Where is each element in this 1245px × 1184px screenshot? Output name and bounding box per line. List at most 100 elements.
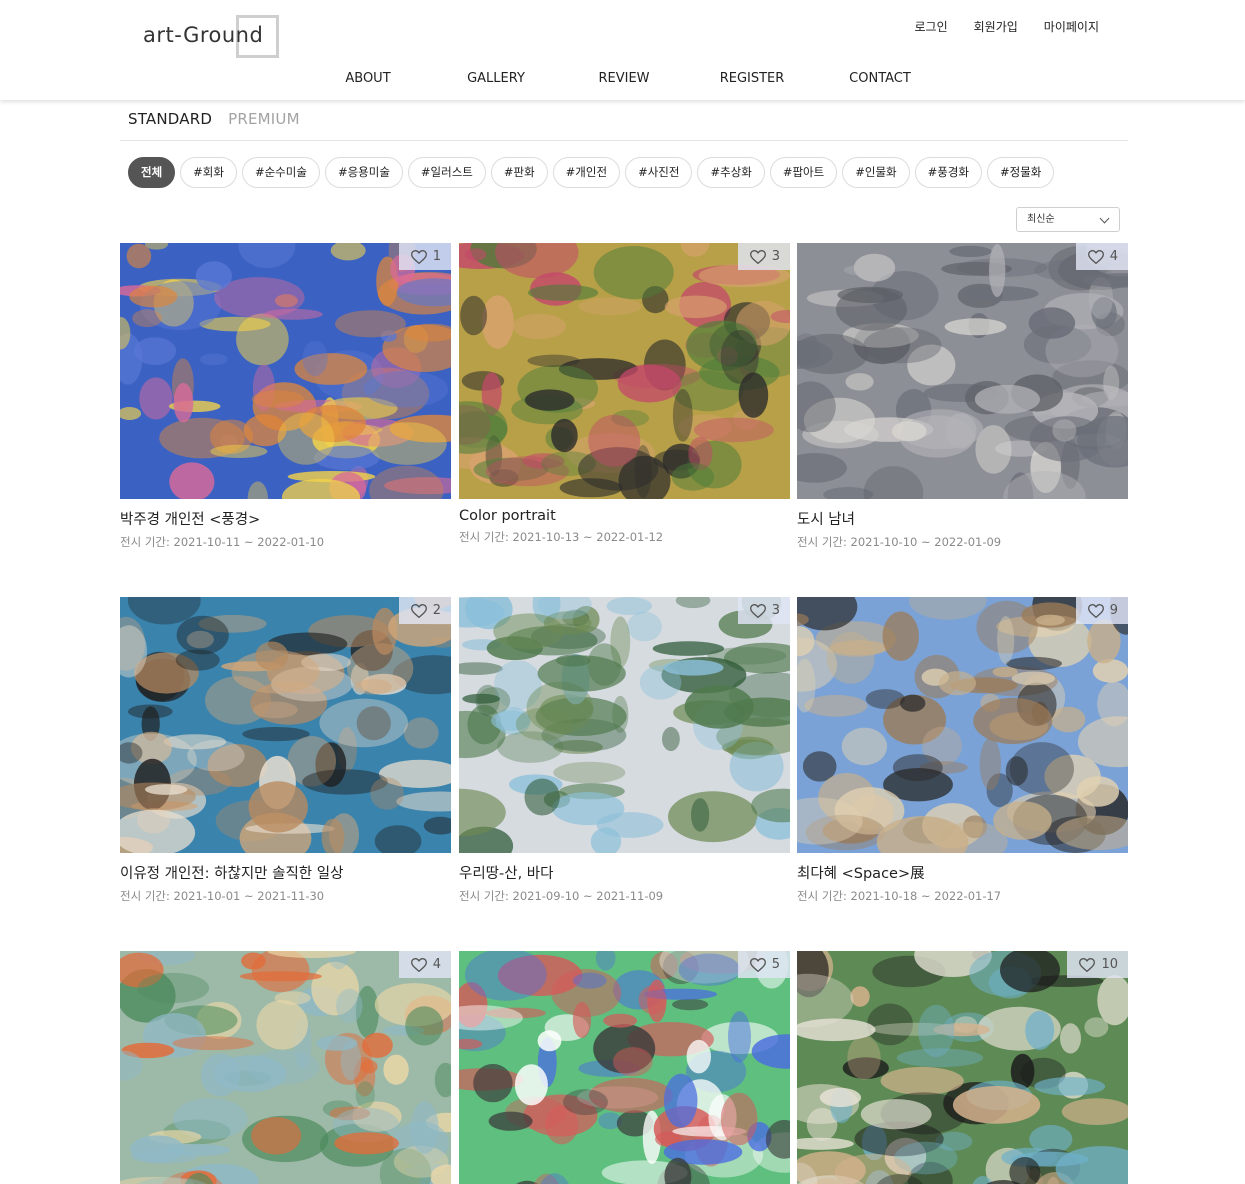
utility-nav: 로그인 회원가입 마이페이지 [915,18,1100,35]
like-count: 10 [1101,957,1118,972]
heart-icon [410,957,427,972]
tag-chip[interactable]: #회화 [180,157,237,188]
exhibition-title[interactable]: 우리땅-산, 바다 [459,862,790,883]
tag-chip[interactable]: #개인전 [552,157,621,188]
tag-chip[interactable]: #응용미술 [324,157,403,188]
tag-chip[interactable]: #인물화 [842,157,910,188]
tag-filter-list: 전체 #회화 #순수미술 #응용미술 #일러스트 #판화 #개인전 #사진전 #추상화 #팝아트 #… [128,157,1055,188]
sort-selected-value: 최신순 [1027,214,1055,225]
like-count: 1 [432,249,441,264]
heart-icon [1087,603,1104,618]
exhibition-card[interactable]: 3 우리땅-산, 바다전시 기간: 2021-09-10 ~ 2021-11-09 [459,597,790,904]
main-nav: ABOUT GALLERY REVIEW REGISTER CONTACT [0,71,1245,91]
exhibition-title[interactable]: Color portrait [459,508,790,524]
artwork-thumbnail[interactable]: 2 [120,597,451,853]
like-button[interactable]: 10 [1067,951,1128,978]
heart-icon [1079,957,1096,972]
tab-standard[interactable]: STANDARD [128,110,212,128]
exhibition-title[interactable]: 박주경 개인전 <풍경> [120,508,451,529]
artwork-thumbnail[interactable]: 1 [120,243,451,499]
exhibition-period: 전시 기간: 2021-10-11 ~ 2022-01-10 [120,535,325,549]
like-button[interactable]: 4 [398,951,451,978]
nav-register[interactable]: REGISTER [720,71,785,86]
heart-icon [749,603,766,618]
tag-chip[interactable]: #추상화 [697,157,765,188]
like-button[interactable]: 9 [1075,597,1128,624]
exhibition-card[interactable]: 4 도시 남녀전시 기간: 2021-10-10 ~ 2022-01-09 [797,243,1128,550]
exhibition-period: 전시 기간: 2021-10-13 ~ 2022-01-12 [459,530,664,544]
sort-select[interactable]: 최신순 [1016,207,1120,232]
artwork-thumbnail[interactable]: 9 [797,597,1128,853]
exhibition-card[interactable]: 3 Color portrait 전시 기간: 2021-10-13 ~ 2022-… [459,243,790,545]
exhibition-title[interactable]: 최다혜 <Space>展 [797,862,1128,883]
exhibition-title[interactable]: 이유정 개인전: 하찮지만 솔직한 일상 [120,862,451,883]
tab-premium[interactable]: PREMIUM [228,110,300,128]
exhibition-period: 전시 기간: 2021-10-18 ~ 2022-01-17 [797,889,1002,903]
exhibition-period: 전시 기간: 2021-10-01 ~ 2021-11-30 [120,889,325,903]
logo-text: art-Ground [143,23,264,47]
exhibition-period: 전시 기간: 2021-09-10 ~ 2021-11-09 [459,889,664,903]
site-header: art-Ground 로그인 회원가입 마이페이지 ABOUT GALLERY … [0,0,1245,100]
artwork-thumbnail[interactable]: 5 [459,951,790,1184]
artwork-image [120,951,451,1184]
tag-chip[interactable]: #팝아트 [769,157,838,188]
tag-chip[interactable]: #정물화 [987,157,1055,188]
tag-chip[interactable]: #사진전 [625,157,693,188]
exhibition-card[interactable]: 10 [797,951,1128,1184]
mypage-link[interactable]: 마이페이지 [1044,18,1099,35]
like-button[interactable]: 2 [398,597,451,624]
artwork-image [459,951,790,1184]
like-count: 2 [432,603,441,618]
nav-gallery[interactable]: GALLERY [467,71,525,86]
like-count: 5 [771,957,780,972]
tabs-divider [120,140,1128,141]
tag-chip[interactable]: #풍경화 [914,157,983,188]
artwork-image [797,243,1128,499]
like-button[interactable]: 5 [737,951,790,978]
nav-contact[interactable]: CONTACT [849,71,911,86]
heart-icon [410,603,427,618]
artwork-image [459,597,790,853]
artwork-image [120,597,451,853]
exhibition-title[interactable]: 도시 남녀 [797,508,1128,529]
exhibition-period: 전시 기간: 2021-10-10 ~ 2022-01-09 [797,535,1002,549]
nav-about[interactable]: ABOUT [345,71,390,86]
gallery-tabs: STANDARD PREMIUM [128,110,300,128]
heart-icon [749,957,766,972]
tag-all[interactable]: 전체 [128,157,176,188]
tag-chip[interactable]: #판화 [490,157,548,188]
like-button[interactable]: 3 [737,597,790,624]
artwork-image [797,951,1128,1184]
like-count: 3 [771,249,780,264]
heart-icon [1087,249,1104,264]
artwork-image [797,597,1128,853]
exhibition-card[interactable]: 4 [120,951,451,1184]
artwork-thumbnail[interactable]: 4 [120,951,451,1184]
artwork-image [459,243,790,499]
exhibition-card[interactable]: 2 이유정 개인전: 하찮지만 솔직한 일상전시 기간: 2021-10-01 ~… [120,597,451,904]
tag-chip[interactable]: #순수미술 [241,157,320,188]
signup-link[interactable]: 회원가입 [974,18,1018,35]
like-count: 4 [432,957,441,972]
artwork-image [120,243,451,499]
artwork-thumbnail[interactable]: 10 [797,951,1128,1184]
site-logo[interactable]: art-Ground [143,15,279,58]
login-link[interactable]: 로그인 [915,18,948,35]
exhibition-card[interactable]: 5 [459,951,790,1184]
heart-icon [410,249,427,264]
like-count: 4 [1109,249,1118,264]
exhibition-card[interactable]: 9 최다혜 <Space>展 전시 기간: 2021-10-18 ~ 2022-01… [797,597,1128,904]
artwork-thumbnail[interactable]: 3 [459,243,790,499]
like-button[interactable]: 1 [398,243,451,270]
nav-review[interactable]: REVIEW [598,71,649,86]
artwork-thumbnail[interactable]: 3 [459,597,790,853]
exhibition-card[interactable]: 1 박주경 개인전 <풍경> 전시 기간: 2021-10-11 ~ 2022-01… [120,243,451,550]
chevron-down-icon [1099,213,1110,224]
like-count: 9 [1109,603,1118,618]
heart-icon [749,249,766,264]
artwork-thumbnail[interactable]: 4 [797,243,1128,499]
tag-chip[interactable]: #일러스트 [407,157,486,188]
like-count: 3 [771,603,780,618]
like-button[interactable]: 3 [737,243,790,270]
like-button[interactable]: 4 [1075,243,1128,270]
